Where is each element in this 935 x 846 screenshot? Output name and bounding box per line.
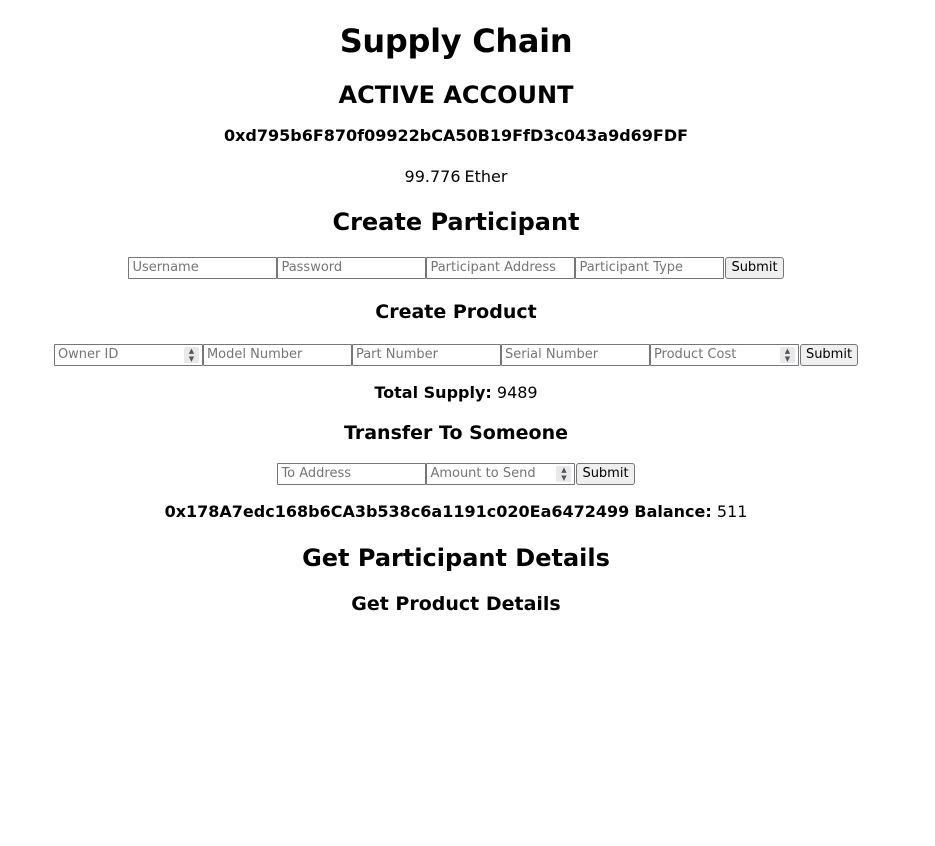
create-product-submit-button[interactable]: Submit bbox=[799, 344, 859, 366]
create-participant-submit-button[interactable]: Submit bbox=[725, 257, 784, 279]
participant-type-input[interactable]: Participant Type bbox=[575, 257, 725, 279]
total-supply-value: 9489 bbox=[496, 383, 538, 402]
recipient-balance-label: Balance: bbox=[634, 502, 712, 521]
balance-unit: Ether bbox=[464, 167, 508, 186]
total-supply: Total Supply: 9489 bbox=[0, 382, 912, 404]
create-participant-heading: Create Participant bbox=[332, 208, 580, 236]
transfer-form: To Address Amount to Send ▲ ▼ Submit bbox=[0, 463, 912, 485]
create-product-heading: Create Product bbox=[375, 301, 537, 323]
amount-placeholder: Amount to Send bbox=[430, 466, 536, 481]
owner-id-input[interactable]: Owner ID ▲ ▼ bbox=[53, 344, 203, 366]
create-participant-form: Username Password Participant Address Pa… bbox=[0, 257, 912, 279]
participant-address-input[interactable]: Participant Address bbox=[426, 257, 576, 279]
balance-value: 99.776 bbox=[404, 167, 461, 186]
username-input[interactable]: Username bbox=[128, 257, 278, 279]
total-supply-label: Total Supply: bbox=[374, 383, 492, 402]
to-address-input[interactable]: To Address bbox=[277, 463, 427, 485]
model-number-input[interactable]: Model Number bbox=[202, 344, 352, 366]
recipient-balance: 0x178A7edc168b6CA3b538c6a1191c020Ea64724… bbox=[0, 501, 912, 523]
account-balance: 99.776 Ether bbox=[0, 166, 912, 188]
product-cost-placeholder: Product Cost bbox=[653, 347, 737, 362]
product-details-heading: Get Product Details bbox=[351, 593, 561, 615]
part-number-input[interactable]: Part Number bbox=[351, 344, 501, 366]
create-product-form: Owner ID ▲ ▼ Model Number Part Number Seri… bbox=[0, 344, 912, 366]
product-cost-input[interactable]: Product Cost ▲ ▼ bbox=[649, 344, 799, 366]
page-title: Supply Chain bbox=[339, 22, 573, 60]
active-account-heading: ACTIVE ACCOUNT bbox=[338, 81, 574, 109]
serial-number-input[interactable]: Serial Number bbox=[500, 344, 650, 366]
amount-input[interactable]: Amount to Send ▲ ▼ bbox=[426, 463, 576, 485]
active-account-address: 0xd795b6F870f09922bCA50B19FfD3c043a9d69F… bbox=[223, 126, 689, 145]
owner-id-placeholder: Owner ID bbox=[57, 347, 119, 362]
page: Supply Chain ACTIVE ACCOUNT 0xd795b6F870… bbox=[0, 0, 912, 617]
participant-details-heading: Get Participant Details bbox=[302, 544, 610, 572]
recipient-balance-value: 511 bbox=[716, 502, 748, 521]
recipient-address: 0x178A7edc168b6CA3b538c6a1191c020Ea64724… bbox=[164, 502, 630, 521]
transfer-submit-button[interactable]: Submit bbox=[576, 463, 635, 485]
spinner-icon[interactable]: ▲ ▼ bbox=[183, 347, 199, 363]
transfer-heading: Transfer To Someone bbox=[343, 422, 569, 444]
spinner-icon[interactable]: ▲ ▼ bbox=[779, 347, 795, 363]
password-input[interactable]: Password bbox=[277, 257, 427, 279]
spinner-icon[interactable]: ▲ ▼ bbox=[556, 466, 572, 482]
